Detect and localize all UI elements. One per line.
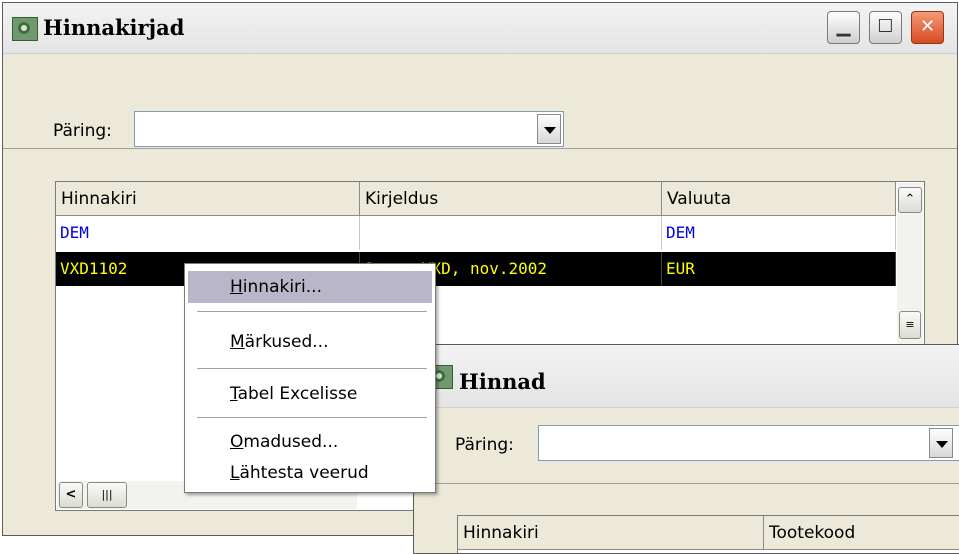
- menu-accel: O: [230, 432, 244, 452]
- menu-item-lahtesta-veerud[interactable]: Lähtesta veerud: [188, 457, 432, 489]
- menu-item-markused[interactable]: Märkused...: [188, 326, 432, 358]
- column-header-valuuta[interactable]: Valuuta: [662, 182, 896, 216]
- cell-kirjeldus: [360, 216, 662, 250]
- title-bar[interactable]: Hinnakirjad ▁ ☐ ✕: [3, 3, 957, 54]
- menu-item-label: innakiri...: [242, 277, 322, 297]
- menu-item-hinnakiri[interactable]: Hinnakiri...: [188, 271, 432, 303]
- menu-accel: M: [230, 332, 245, 352]
- title-bar[interactable]: Hinnad: [414, 345, 959, 408]
- menu-item-label: ähtesta veerud: [239, 463, 369, 483]
- query-label: Päring:: [455, 435, 514, 455]
- scroll-left-icon[interactable]: <: [59, 482, 83, 508]
- query-combobox[interactable]: [134, 111, 564, 147]
- divider: [3, 148, 957, 149]
- maximize-button[interactable]: ☐: [869, 11, 902, 44]
- scroll-thumb[interactable]: |||: [87, 482, 127, 508]
- window-title: Hinnakirjad: [43, 15, 185, 40]
- menu-separator: [197, 311, 427, 312]
- menu-item-label: ärkused...: [244, 332, 329, 352]
- column-header-hinnakiri[interactable]: Hinnakiri: [458, 516, 764, 550]
- hinnad-window: Hinnad Päring: Hinnakiri Tootekood: [413, 344, 959, 554]
- dropdown-arrow-icon[interactable]: [537, 114, 561, 144]
- cell-hinnakiri: DEM: [56, 216, 360, 250]
- cell-valuuta: DEM: [662, 216, 896, 250]
- divider: [414, 483, 959, 484]
- query-label: Päring:: [53, 121, 112, 141]
- window-title: Hinnad: [459, 369, 546, 394]
- menu-item-omadused[interactable]: Omadused...: [188, 426, 432, 458]
- menu-item-label: madused...: [243, 432, 339, 452]
- menu-separator: [197, 368, 427, 369]
- column-header-tootekood[interactable]: Tootekood: [764, 516, 959, 550]
- cell-valuuta: EUR: [662, 252, 896, 286]
- menu-item-tabel-excelisse[interactable]: Tabel Excelisse: [188, 378, 432, 410]
- minimize-button[interactable]: ▁: [827, 11, 860, 44]
- prices-table[interactable]: Hinnakiri Tootekood: [457, 515, 959, 553]
- menu-separator: [197, 417, 427, 418]
- context-menu: Hinnakiri... Märkused... Tabel Excelisse…: [184, 263, 436, 493]
- column-header-kirjeldus[interactable]: Kirjeldus: [360, 182, 662, 216]
- app-icon[interactable]: [12, 17, 38, 41]
- dropdown-arrow-icon[interactable]: [929, 428, 953, 458]
- scroll-up-icon[interactable]: ⌃: [898, 187, 922, 213]
- scroll-thumb[interactable]: ≡: [899, 311, 921, 339]
- column-header-hinnakiri[interactable]: Hinnakiri: [56, 182, 360, 216]
- query-combobox[interactable]: [538, 425, 959, 461]
- menu-accel: H: [230, 277, 243, 297]
- close-button[interactable]: ✕: [911, 11, 944, 44]
- menu-accel: T: [230, 384, 238, 404]
- menu-item-label: abel Excelisse: [237, 384, 358, 404]
